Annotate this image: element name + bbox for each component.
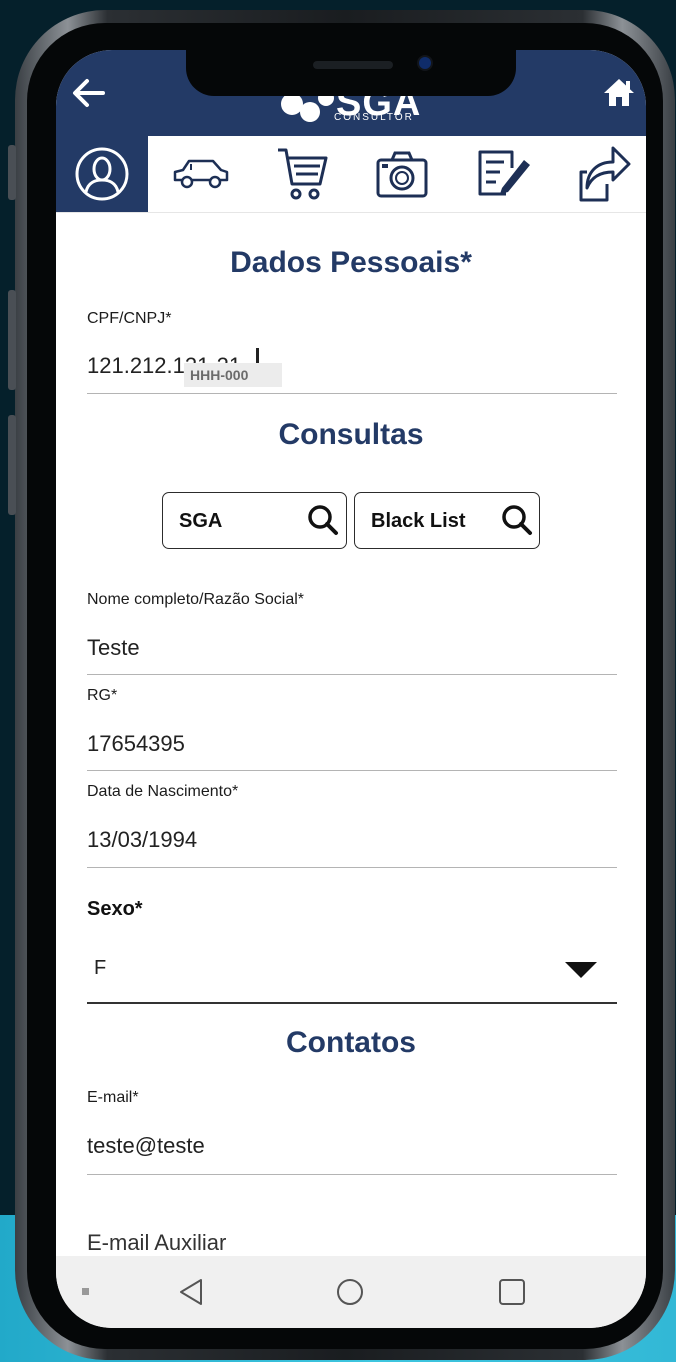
person-icon <box>75 147 129 201</box>
cpf-label: CPF/CNPJ* <box>87 310 172 327</box>
name-input[interactable]: Teste <box>87 635 140 661</box>
email-input[interactable]: teste@teste <box>87 1133 205 1159</box>
tab-share[interactable] <box>560 136 646 212</box>
tab-vehicle[interactable] <box>158 136 244 212</box>
tab-personal[interactable] <box>56 136 148 212</box>
rg-label: RG* <box>87 687 118 704</box>
sexo-underline <box>87 1002 617 1004</box>
blacklist-button-label: Black List <box>371 510 466 532</box>
phone-side-button <box>8 145 16 200</box>
email-underline <box>87 1174 617 1175</box>
email-aux-input[interactable]: E-mail Auxiliar <box>87 1230 226 1256</box>
home-button[interactable] <box>602 76 638 110</box>
arrow-left-icon <box>73 79 105 107</box>
birthdate-label: Data de Nascimento* <box>87 783 239 800</box>
menu-dot-icon <box>82 1288 89 1295</box>
section-title-consultas: Consultas <box>278 418 424 451</box>
cpf-underline <box>87 393 617 394</box>
speaker-grille <box>313 61 393 69</box>
rg-underline <box>87 770 617 771</box>
share-icon <box>579 146 631 202</box>
front-camera <box>419 57 431 69</box>
autocomplete-chip[interactable]: HHH-000 <box>184 363 282 387</box>
sga-search-button[interactable]: SGA <box>162 492 347 549</box>
section-title-personal: Dados Pessoais* <box>230 246 472 279</box>
email-label: E-mail* <box>87 1089 139 1106</box>
home-circle-icon[interactable] <box>336 1278 364 1306</box>
camera-icon <box>376 151 428 198</box>
home-icon <box>604 79 634 106</box>
back-triangle-icon[interactable] <box>178 1278 204 1306</box>
blacklist-search-button[interactable]: Black List <box>354 492 540 549</box>
sexo-selected-value: F <box>94 957 107 979</box>
app-header: SGA CONSULTOR <box>56 50 646 136</box>
phone-screen: SGA CONSULTOR Dados Pessoais* CPF/CNPJ* … <box>56 50 646 1328</box>
tab-cart[interactable] <box>259 136 345 212</box>
rg-input[interactable]: 17654395 <box>87 731 185 757</box>
sexo-select[interactable]: F <box>87 945 617 995</box>
chevron-down-icon <box>565 962 597 978</box>
edit-document-icon <box>478 150 530 196</box>
tab-bar <box>56 136 646 213</box>
back-button[interactable] <box>70 76 110 112</box>
birthdate-input[interactable]: 13/03/1994 <box>87 827 197 853</box>
car-icon <box>173 159 229 189</box>
phone-side-button <box>8 415 16 515</box>
section-title-contatos: Contatos <box>286 1026 416 1059</box>
cart-icon <box>278 148 328 200</box>
sga-button-label: SGA <box>179 510 223 532</box>
phone-notch <box>186 50 516 96</box>
system-nav-bar <box>56 1256 646 1328</box>
sexo-label: Sexo* <box>87 898 143 920</box>
name-label: Nome completo/Razão Social* <box>87 591 304 608</box>
tab-documents[interactable] <box>459 136 545 212</box>
app-logo: SGA CONSULTOR <box>276 90 436 136</box>
logo-subtext: CONSULTOR <box>334 112 414 123</box>
birthdate-underline <box>87 867 617 868</box>
search-icon <box>502 505 532 535</box>
phone-side-button <box>8 290 16 390</box>
search-icon <box>308 505 338 535</box>
tab-camera[interactable] <box>359 136 445 212</box>
recents-square-icon[interactable] <box>498 1278 526 1306</box>
name-underline <box>87 674 617 675</box>
